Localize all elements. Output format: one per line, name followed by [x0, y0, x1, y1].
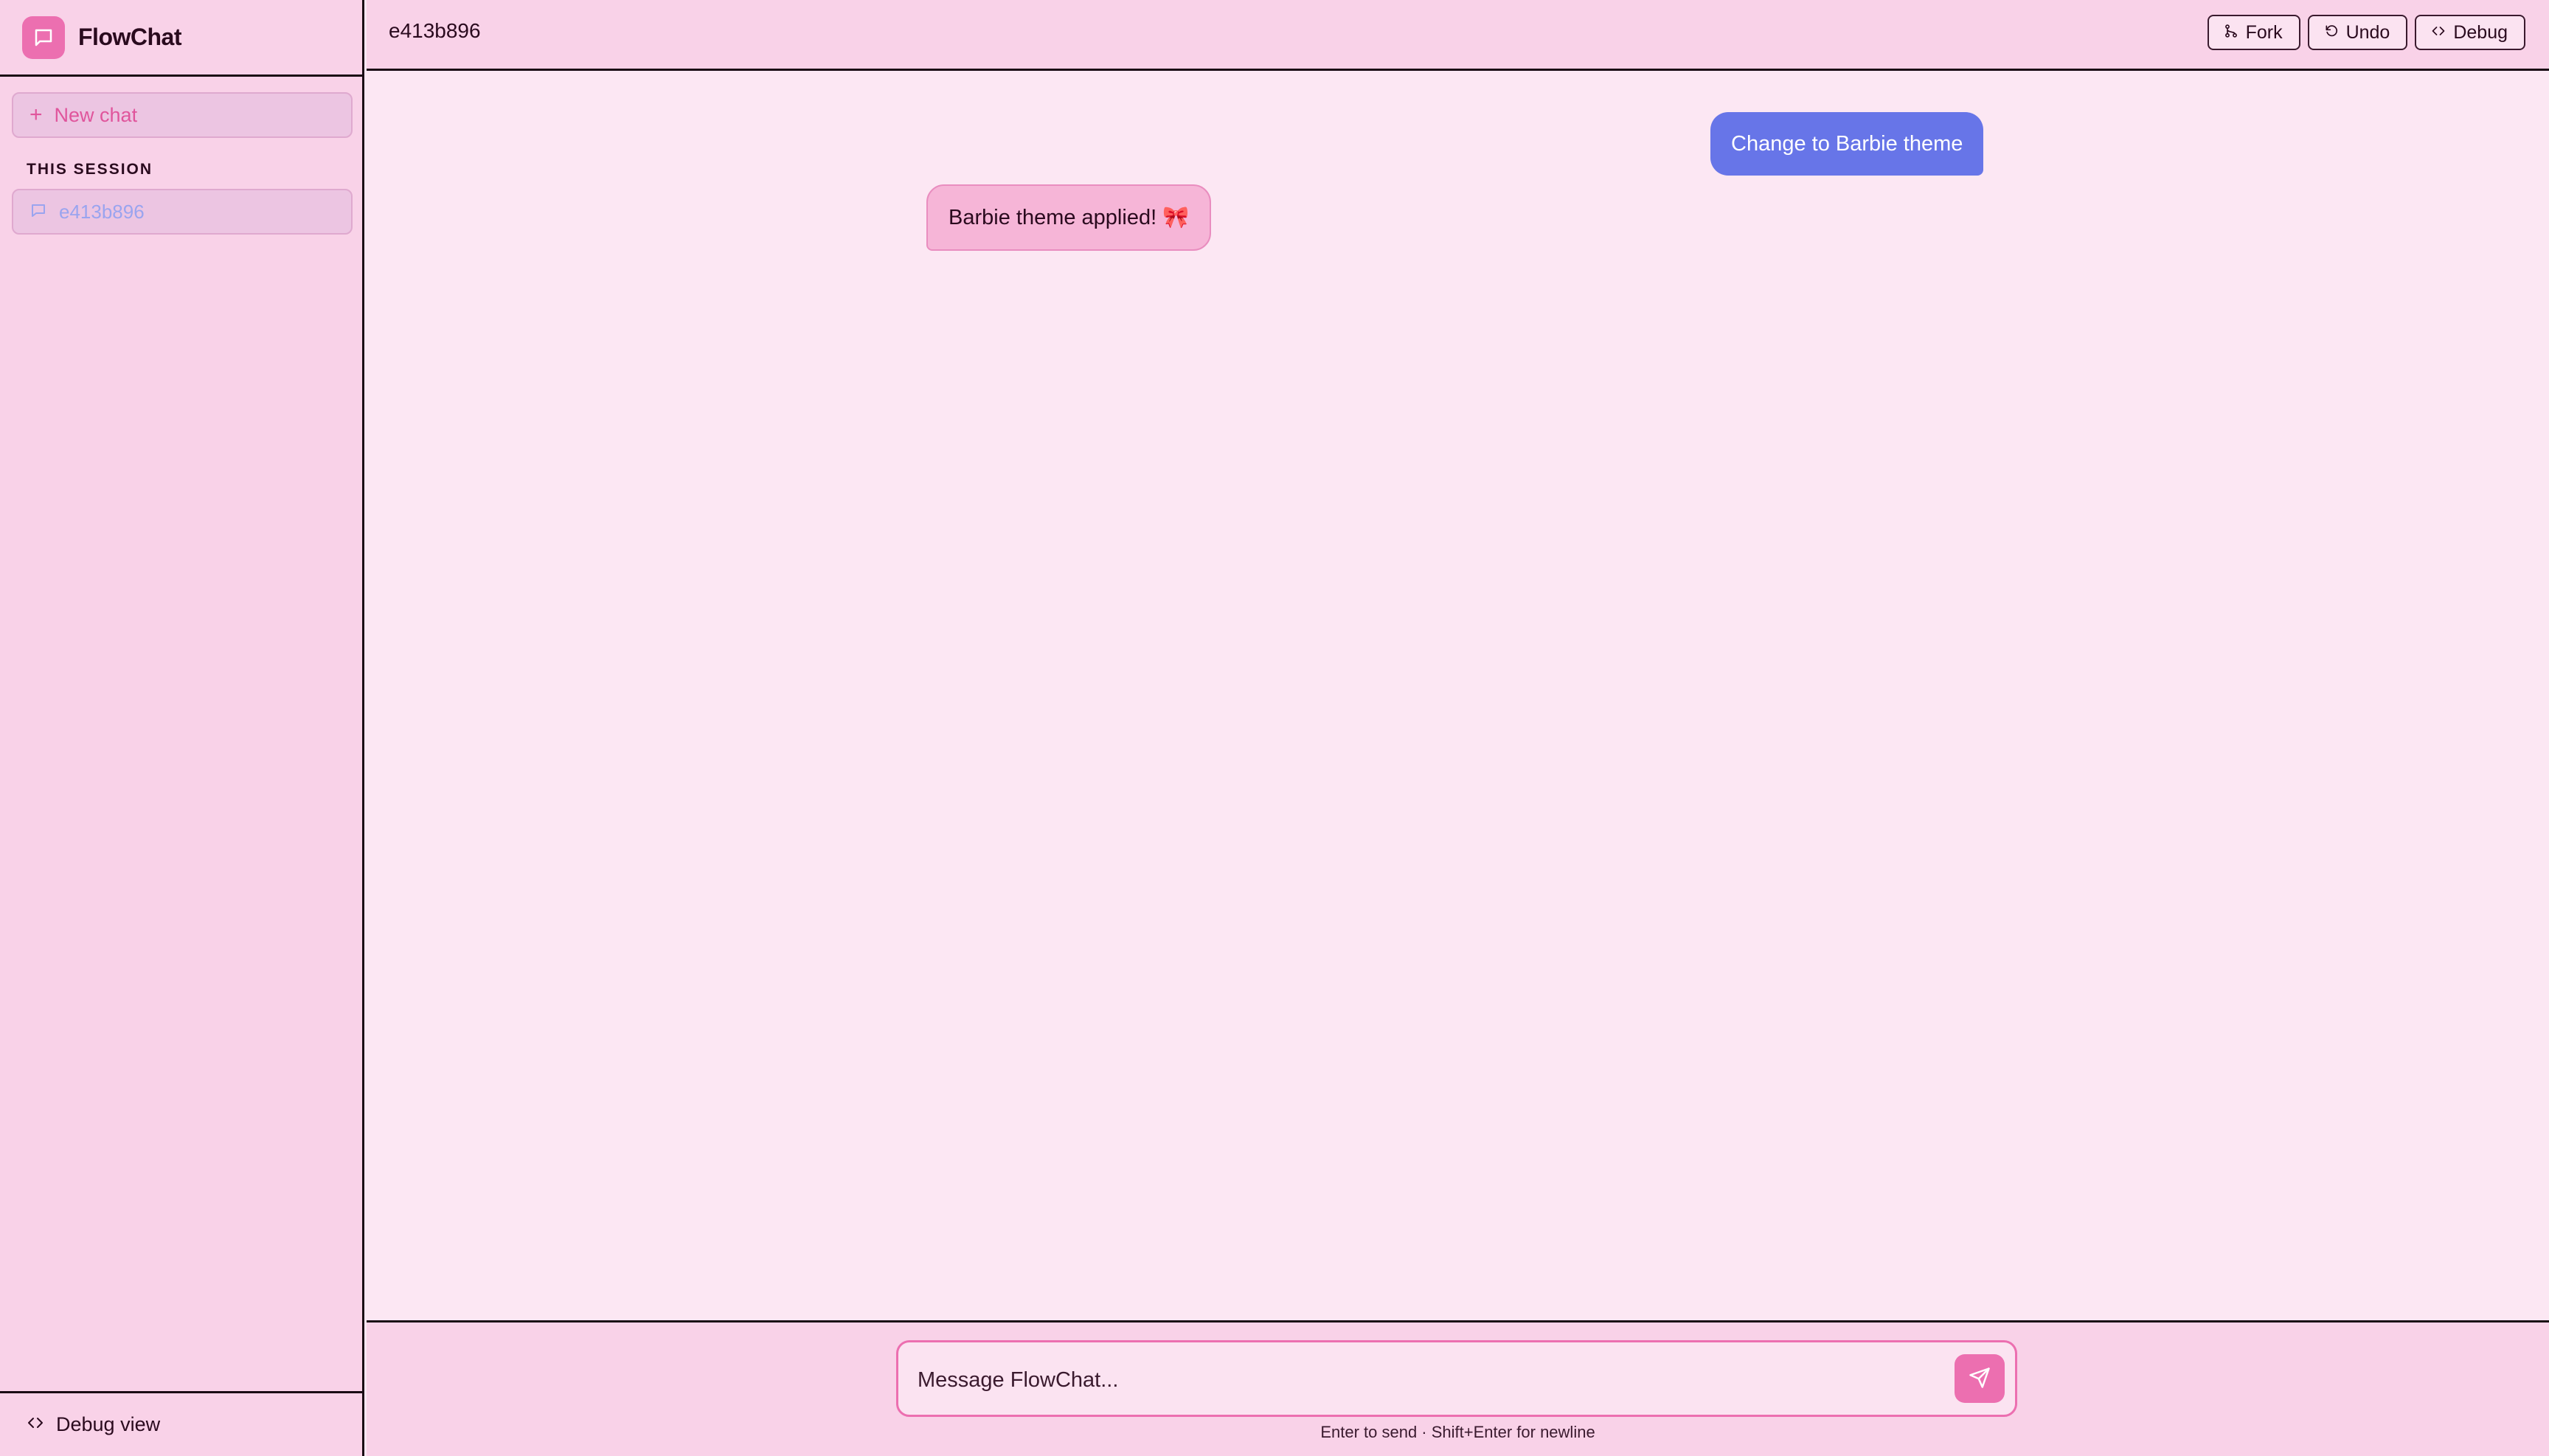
chat-bubble-icon	[30, 201, 47, 223]
debug-view-button[interactable]: Debug view	[0, 1391, 362, 1456]
fork-label: Fork	[2245, 21, 2283, 43]
fork-button[interactable]: Fork	[2207, 15, 2300, 50]
debug-button[interactable]: Debug	[2415, 15, 2525, 50]
session-label: e413b896	[59, 200, 145, 223]
composer	[896, 1340, 2017, 1417]
plus-icon: +	[30, 103, 43, 127]
assistant-message: Barbie theme applied! 🎀	[926, 184, 1212, 251]
brand-header: FlowChat	[0, 0, 362, 77]
debug-label: Debug	[2453, 21, 2508, 43]
send-button[interactable]	[1955, 1354, 2005, 1403]
code-icon	[2431, 22, 2446, 44]
undo-button[interactable]: Undo	[2307, 15, 2408, 50]
app-name: FlowChat	[78, 24, 181, 50]
message-input[interactable]	[918, 1362, 1935, 1398]
composer-area: Enter to send · Shift+Enter for newline	[367, 1320, 2549, 1456]
undo-icon	[2324, 22, 2339, 44]
new-chat-label: New chat	[54, 103, 138, 126]
send-icon	[1969, 1367, 1991, 1391]
chat-header: e413b896 Fork Undo Debug	[367, 0, 2549, 71]
composer-hint: Enter to send · Shift+Enter for newline	[1320, 1423, 1595, 1441]
fork-icon	[2224, 22, 2238, 44]
code-icon	[27, 1414, 44, 1435]
user-message: Change to Barbie theme	[1710, 112, 1984, 176]
header-actions: Fork Undo Debug	[2207, 15, 2525, 50]
debug-view-label: Debug view	[56, 1413, 161, 1435]
section-label: THIS SESSION	[27, 161, 153, 178]
chat-title: e413b896	[389, 19, 481, 42]
new-chat-button[interactable]: + New chat	[12, 92, 353, 138]
message-list: Change to Barbie theme Barbie theme appl…	[367, 71, 2549, 1320]
undo-label: Undo	[2345, 21, 2390, 43]
sidebar: FlowChat + New chat THIS SESSION e413b89…	[0, 0, 364, 1456]
flowchat-logo-icon	[22, 15, 65, 59]
sidebar-item-session[interactable]: e413b896	[12, 189, 353, 235]
